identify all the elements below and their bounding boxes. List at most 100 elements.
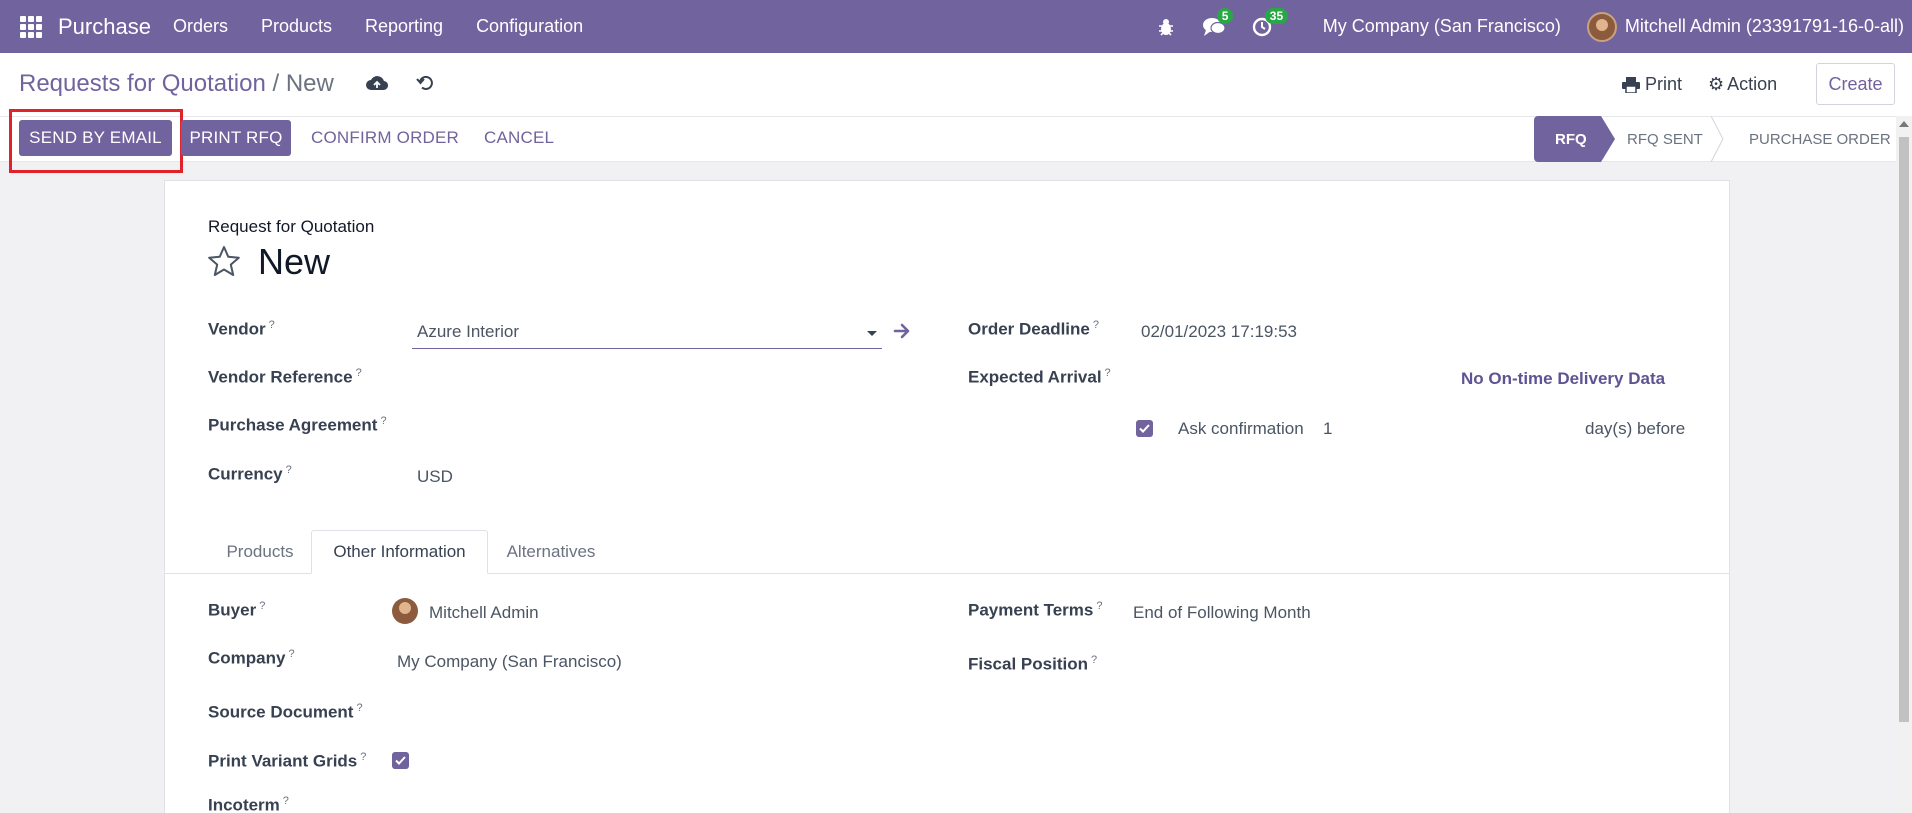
print-variant-grids-checkbox[interactable] bbox=[392, 752, 409, 769]
company-switcher[interactable]: My Company (San Francisco) bbox=[1323, 16, 1561, 37]
incoterm-label-text: Incoterm bbox=[208, 795, 280, 813]
help-tooltip[interactable]: ? bbox=[1096, 600, 1102, 612]
messages-badge: 5 bbox=[1216, 7, 1234, 24]
buyer-avatar bbox=[392, 598, 418, 624]
action-label: Action bbox=[1727, 74, 1778, 94]
chevron-down-icon[interactable] bbox=[867, 331, 877, 336]
vendor-label-text: Vendor bbox=[208, 319, 266, 339]
app-grid-icon[interactable] bbox=[20, 15, 42, 38]
activity-clock-icon[interactable]: 35 bbox=[1249, 7, 1289, 40]
company-label: Company? bbox=[208, 648, 295, 669]
purchase-agreement-label-text: Purchase Agreement bbox=[208, 415, 378, 435]
check-icon bbox=[1139, 424, 1150, 433]
action-button[interactable]: ⚙ Action bbox=[1708, 74, 1777, 95]
record-title: New bbox=[258, 241, 331, 282]
ontime-delivery-button[interactable]: No On-time Delivery Data bbox=[1461, 369, 1665, 389]
print-button[interactable]: Print bbox=[1622, 74, 1682, 95]
menu-configuration[interactable]: Configuration bbox=[476, 16, 583, 37]
create-button[interactable]: Create bbox=[1816, 63, 1895, 105]
help-tooltip[interactable]: ? bbox=[283, 795, 289, 807]
stage-rfq-sent[interactable]: RFQ SENT bbox=[1601, 116, 1724, 162]
stage-rfq[interactable]: RFQ bbox=[1534, 116, 1615, 162]
print-rfq-button[interactable]: PRINT RFQ bbox=[181, 120, 291, 156]
reminder-days-input[interactable]: 1 bbox=[1323, 419, 1332, 439]
breadcrumb-separator: / bbox=[272, 70, 280, 97]
buyer-value[interactable]: Mitchell Admin bbox=[429, 603, 539, 623]
order-deadline-value[interactable]: 02/01/2023 17:19:53 bbox=[1141, 322, 1297, 342]
main-menu: Orders Products Reporting Configuration bbox=[173, 16, 616, 37]
incoterm-label: Incoterm? bbox=[208, 795, 289, 813]
currency-label-text: Currency bbox=[208, 464, 283, 484]
scroll-up-arrow[interactable] bbox=[1899, 121, 1909, 127]
source-document-label-text: Source Document bbox=[208, 702, 354, 722]
fiscal-position-label-text: Fiscal Position bbox=[968, 654, 1088, 674]
scrollbar-thumb[interactable] bbox=[1899, 137, 1909, 722]
help-tooltip[interactable]: ? bbox=[1093, 319, 1099, 331]
confirm-order-button[interactable]: CONFIRM ORDER bbox=[311, 120, 459, 156]
help-tooltip[interactable]: ? bbox=[356, 702, 362, 714]
company-value[interactable]: My Company (San Francisco) bbox=[397, 652, 622, 672]
help-tooltip[interactable]: ? bbox=[259, 600, 265, 612]
help-tooltip[interactable]: ? bbox=[1105, 367, 1111, 379]
send-by-email-button[interactable]: SEND BY EMAIL bbox=[19, 120, 172, 156]
navbar-systray: 5 35 My Company (San Francisco) Mitchell… bbox=[1153, 0, 1912, 53]
vendor-value[interactable]: Azure Interior bbox=[417, 322, 519, 342]
tab-products[interactable]: Products bbox=[210, 530, 310, 574]
app-name[interactable]: Purchase bbox=[58, 14, 151, 40]
payment-terms-value[interactable]: End of Following Month bbox=[1133, 603, 1311, 623]
buyer-label-text: Buyer bbox=[208, 600, 257, 620]
source-document-label: Source Document? bbox=[208, 702, 363, 723]
save-cloud-icon[interactable] bbox=[366, 74, 389, 97]
order-deadline-label-text: Order Deadline bbox=[968, 319, 1090, 339]
user-menu[interactable]: Mitchell Admin (23391791-16-0-all) bbox=[1625, 16, 1904, 37]
breadcrumb-current: New bbox=[285, 70, 334, 97]
vendor-reference-label-text: Vendor Reference bbox=[208, 367, 353, 387]
menu-products[interactable]: Products bbox=[261, 16, 332, 37]
ask-confirmation-checkbox[interactable] bbox=[1136, 420, 1153, 437]
messages-icon[interactable]: 5 bbox=[1201, 7, 1234, 40]
check-icon bbox=[395, 756, 406, 765]
discard-undo-icon[interactable] bbox=[416, 73, 436, 98]
gear-icon: ⚙ bbox=[1708, 74, 1725, 94]
help-tooltip[interactable]: ? bbox=[356, 367, 362, 379]
stage-purchase-order[interactable]: PURCHASE ORDER bbox=[1719, 116, 1899, 162]
help-tooltip[interactable]: ? bbox=[380, 415, 386, 427]
arrow-right-icon[interactable] bbox=[893, 320, 911, 347]
help-tooltip[interactable]: ? bbox=[1091, 654, 1097, 666]
vendor-label: Vendor? bbox=[208, 319, 275, 340]
stage-purchase-order-label: PURCHASE ORDER bbox=[1749, 130, 1891, 148]
star-icon[interactable] bbox=[207, 245, 241, 282]
print-variant-grids-label: Print Variant Grids? bbox=[208, 751, 366, 772]
help-tooltip[interactable]: ? bbox=[360, 751, 366, 763]
cancel-button[interactable]: CANCEL bbox=[484, 120, 554, 156]
buyer-label: Buyer? bbox=[208, 600, 265, 621]
help-tooltip[interactable]: ? bbox=[269, 319, 275, 331]
user-avatar[interactable] bbox=[1586, 11, 1617, 42]
expected-arrival-label: Expected Arrival? bbox=[968, 367, 1111, 388]
stage-rfq-label: RFQ bbox=[1555, 130, 1587, 148]
payment-terms-label: Payment Terms? bbox=[968, 600, 1102, 621]
tab-other-information[interactable]: Other Information bbox=[311, 530, 488, 574]
form-sheet bbox=[164, 180, 1730, 813]
bug-icon[interactable] bbox=[1153, 14, 1179, 40]
menu-reporting[interactable]: Reporting bbox=[365, 16, 443, 37]
status-stages: RFQ RFQ SENT PURCHASE ORDER bbox=[1534, 116, 1899, 162]
help-tooltip[interactable]: ? bbox=[286, 464, 292, 476]
printer-icon bbox=[1622, 76, 1640, 93]
payment-terms-label-text: Payment Terms bbox=[968, 600, 1094, 620]
breadcrumb-parent[interactable]: Requests for Quotation bbox=[19, 70, 266, 97]
help-tooltip[interactable]: ? bbox=[288, 648, 294, 660]
fiscal-position-label: Fiscal Position? bbox=[968, 654, 1097, 675]
print-variant-grids-label-text: Print Variant Grids bbox=[208, 751, 358, 771]
vendor-reference-label: Vendor Reference? bbox=[208, 367, 362, 388]
ask-confirmation-label: Ask confirmation bbox=[1178, 419, 1304, 438]
days-before-label: day(s) before bbox=[1585, 419, 1686, 438]
breadcrumb: Requests for Quotation / New bbox=[19, 70, 334, 98]
purchase-agreement-label: Purchase Agreement? bbox=[208, 415, 387, 436]
currency-label: Currency? bbox=[208, 464, 292, 485]
order-deadline-label: Order Deadline? bbox=[968, 319, 1099, 340]
tab-alternatives[interactable]: Alternatives bbox=[494, 530, 608, 574]
company-label-text: Company bbox=[208, 648, 286, 668]
currency-value[interactable]: USD bbox=[417, 467, 453, 487]
menu-orders[interactable]: Orders bbox=[173, 16, 228, 37]
